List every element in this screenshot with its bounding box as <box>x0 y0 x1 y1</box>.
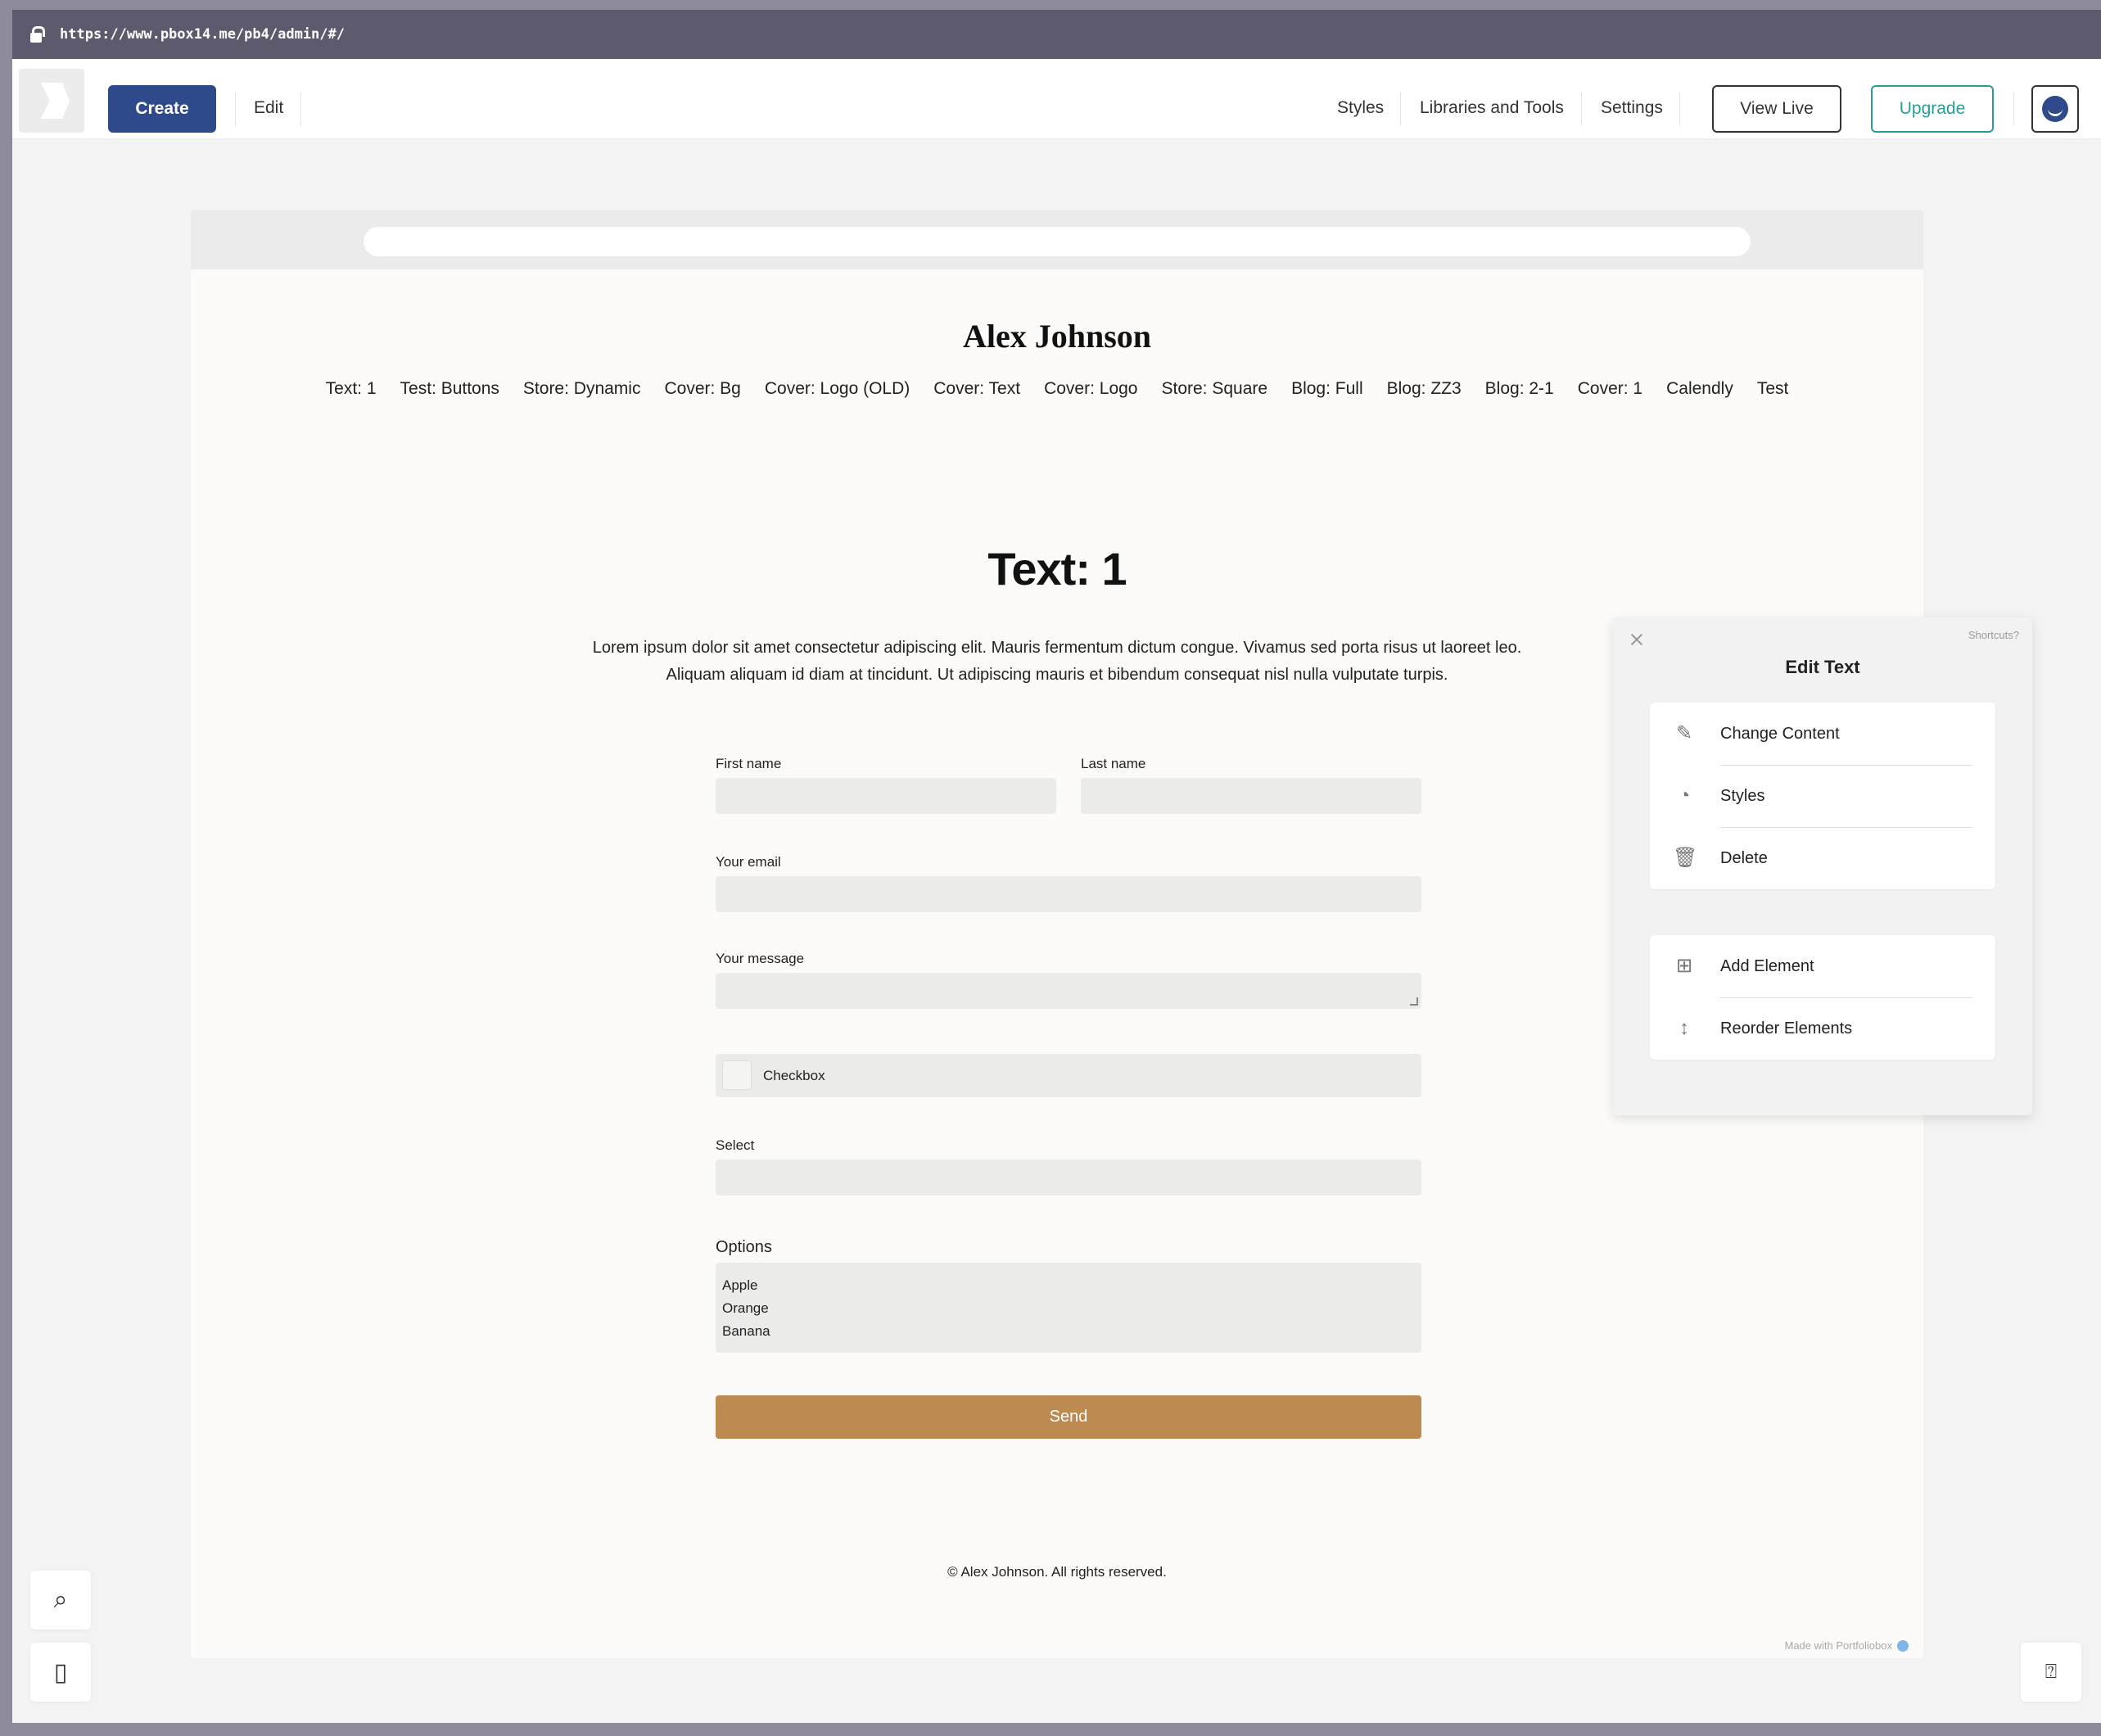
preview-search-button[interactable]: ⌕ <box>30 1571 91 1630</box>
app-logo[interactable] <box>19 69 84 133</box>
site-nav-item[interactable]: Cover: Bg <box>664 379 740 399</box>
mobile-view-button[interactable]: ▯ <box>30 1643 91 1702</box>
message-label: Your message <box>716 951 805 966</box>
reorder-arrows-icon: ↕ <box>1679 1017 1689 1039</box>
toolbar-divider <box>2013 92 2014 126</box>
change-content-item[interactable]: ✎ Change Content <box>1650 703 1995 765</box>
avatar-icon <box>2042 96 2068 122</box>
edit-text-panel: Shortcuts? Edit Text ✎ Change Content ◔ … <box>1613 617 2032 1115</box>
account-button[interactable] <box>2031 85 2079 133</box>
options-listbox[interactable]: Apple Orange Banana <box>716 1263 1421 1353</box>
site-nav-item[interactable]: Cover: Logo <box>1044 379 1137 399</box>
toolbar-divider <box>1400 92 1401 126</box>
last-name-input[interactable] <box>1081 778 1421 814</box>
address-bar[interactable]: https://www.pbox14.me/pb4/admin/#/ <box>12 10 2101 59</box>
element-actions-group: ⊞ Add Element ↕ Reorder Elements <box>1650 935 1995 1060</box>
portfoliobox-logo-icon <box>40 83 70 119</box>
reorder-elements-item[interactable]: ↕ Reorder Elements <box>1650 997 1995 1060</box>
site-nav-item[interactable]: Blog: ZZ3 <box>1387 379 1462 399</box>
site-nav-item[interactable]: Store: Dynamic <box>523 379 641 399</box>
panel-item-label: Delete <box>1720 848 1768 867</box>
site-navigation: Text: 1 Test: Buttons Store: Dynamic Cov… <box>191 379 1923 399</box>
panel-item-label: Change Content <box>1720 724 1840 743</box>
toolbar-divider <box>1581 92 1582 126</box>
help-button[interactable]: ⍰ <box>2021 1643 2081 1702</box>
section-heading[interactable]: Text: 1 <box>191 542 1923 595</box>
options-label: Options <box>716 1238 772 1256</box>
portfoliobox-badge-icon <box>1897 1639 1909 1652</box>
shortcuts-link[interactable]: Shortcuts? <box>1968 629 2019 641</box>
site-nav-item[interactable]: Cover: Logo (OLD) <box>765 379 910 399</box>
toolbar-divider <box>1679 92 1680 126</box>
send-button[interactable]: Send <box>716 1395 1421 1439</box>
checkbox-field[interactable]: Checkbox <box>716 1054 1421 1097</box>
palette-icon: ◔ <box>1678 784 1691 807</box>
trash-icon: 🗑 <box>1673 847 1698 869</box>
toolbar-divider <box>235 92 236 126</box>
site-nav-item[interactable]: Blog: Full <box>1291 379 1363 399</box>
site-nav-item[interactable]: Blog: 2-1 <box>1485 379 1554 399</box>
edit-menu[interactable]: Edit <box>254 98 283 118</box>
message-textarea[interactable] <box>716 973 1421 1009</box>
site-title[interactable]: Alex Johnson <box>191 317 1923 355</box>
intro-line: Lorem ipsum dolor sit amet consectetur a… <box>592 639 1522 657</box>
select-label: Select <box>716 1137 755 1153</box>
made-with-text: Made with Portfoliobox <box>1784 1639 1892 1652</box>
mobile-device-icon: ▯ <box>53 1658 68 1686</box>
intro-line: Aliquam aliquam id diam at tincidunt. Ut… <box>666 666 1448 684</box>
plus-square-icon: ⊞ <box>1675 955 1693 977</box>
view-live-button[interactable]: View Live <box>1712 85 1841 133</box>
add-element-item[interactable]: ⊞ Add Element <box>1650 935 1995 997</box>
close-icon[interactable] <box>1629 632 1644 647</box>
option-item[interactable]: Apple <box>722 1274 1415 1297</box>
edit-actions-group: ✎ Change Content ◔ Styles 🗑 Delete <box>1650 703 1995 889</box>
preview-address-pill <box>364 227 1751 256</box>
last-name-label: Last name <box>1081 756 1146 771</box>
site-footer[interactable]: © Alex Johnson. All rights reserved. <box>191 1564 1923 1580</box>
libraries-tools-menu[interactable]: Libraries and Tools <box>1420 98 1564 118</box>
resize-handle-icon[interactable] <box>1410 997 1418 1006</box>
delete-item[interactable]: 🗑 Delete <box>1650 827 1995 889</box>
email-input[interactable] <box>716 876 1421 912</box>
site-nav-item[interactable]: Test <box>1757 379 1789 399</box>
edit-pencil-icon: ✎ <box>1675 722 1693 744</box>
lock-icon <box>30 26 45 43</box>
browser-window: https://www.pbox14.me/pb4/admin/#/ Creat… <box>12 10 2101 1723</box>
panel-item-label: Add Element <box>1720 956 1814 975</box>
checkbox-input[interactable] <box>722 1060 752 1090</box>
help-chat-icon: ⍰ <box>2045 1661 2058 1683</box>
styles-item[interactable]: ◔ Styles <box>1650 765 1995 827</box>
first-name-label: First name <box>716 756 782 771</box>
email-label: Your email <box>716 854 781 870</box>
site-nav-item[interactable]: Cover: 1 <box>1578 379 1642 399</box>
option-item[interactable]: Orange <box>722 1297 1415 1320</box>
site-nav-item[interactable]: Test: Buttons <box>400 379 499 399</box>
browser-search-icon: ⌕ <box>53 1586 68 1613</box>
site-nav-item[interactable]: Calendly <box>1666 379 1733 399</box>
url-text[interactable]: https://www.pbox14.me/pb4/admin/#/ <box>60 26 345 43</box>
upgrade-button[interactable]: Upgrade <box>1871 85 1994 133</box>
settings-menu[interactable]: Settings <box>1601 98 1663 118</box>
preview-header-bar <box>191 210 1923 269</box>
panel-title: Edit Text <box>1785 657 1860 677</box>
toolbar-divider <box>300 92 301 126</box>
checkbox-label: Checkbox <box>763 1068 825 1083</box>
site-nav-item[interactable]: Text: 1 <box>326 379 377 399</box>
option-item[interactable]: Banana <box>722 1320 1415 1343</box>
site-nav-item[interactable]: Store: Square <box>1161 379 1267 399</box>
select-input[interactable] <box>716 1160 1421 1196</box>
first-name-input[interactable] <box>716 778 1056 814</box>
styles-menu[interactable]: Styles <box>1337 98 1384 118</box>
panel-item-label: Styles <box>1720 786 1765 805</box>
editor-toolbar: Create Edit Styles Libraries and Tools S… <box>12 59 2101 139</box>
intro-paragraph[interactable]: Lorem ipsum dolor sit amet consectetur a… <box>559 635 1555 689</box>
create-button[interactable]: Create <box>108 85 216 133</box>
made-with-badge[interactable]: Made with Portfoliobox <box>1784 1639 1909 1652</box>
panel-item-label: Reorder Elements <box>1720 1019 1853 1038</box>
site-nav-item[interactable]: Cover: Text <box>933 379 1020 399</box>
